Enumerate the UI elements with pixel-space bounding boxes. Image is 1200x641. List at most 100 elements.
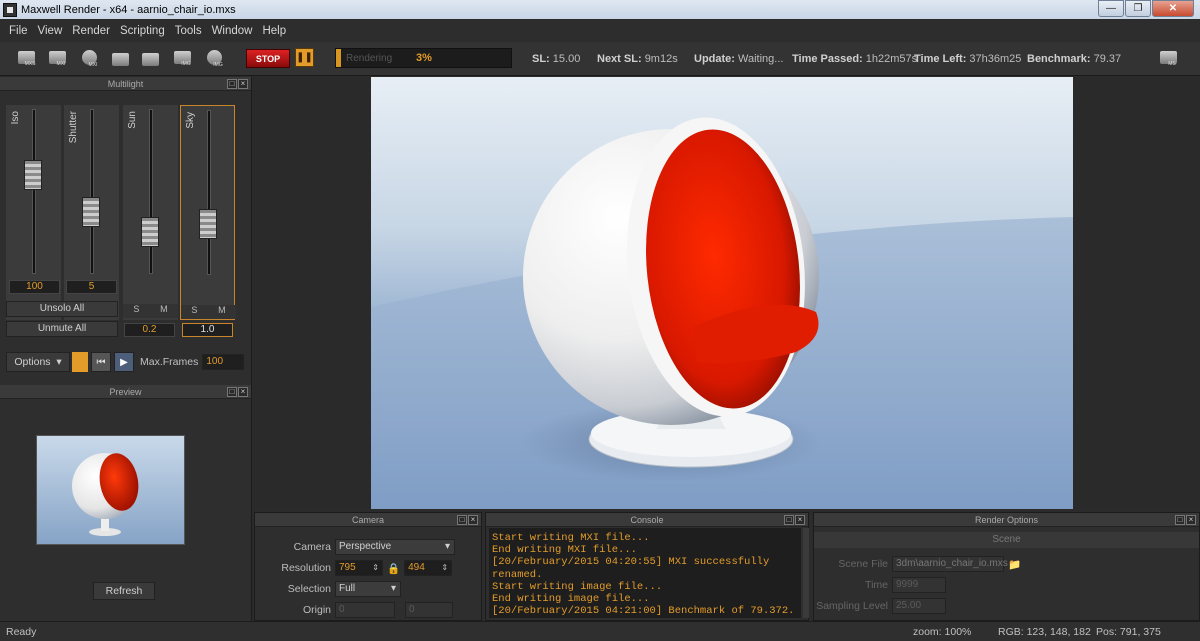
mute-button[interactable]: M xyxy=(160,304,168,318)
slider-iso-label: Iso xyxy=(10,111,21,125)
close-icon[interactable]: × xyxy=(238,387,248,397)
float-icon[interactable]: □ xyxy=(784,515,794,525)
play-icon: ▶ xyxy=(120,356,128,368)
menu-file[interactable]: File xyxy=(4,25,33,37)
minimize-icon[interactable]: — xyxy=(1098,0,1124,17)
resolution-height-value: 494 xyxy=(408,562,425,573)
tab-scene[interactable]: Scene xyxy=(814,532,1199,548)
open-mxi-button[interactable]: MXI xyxy=(45,48,69,70)
skip-back-icon: ⏮ xyxy=(96,356,106,368)
unsolo-all-button[interactable]: Unsolo All xyxy=(6,301,118,317)
mute-button[interactable]: M xyxy=(218,305,226,319)
slider-shutter-knob[interactable] xyxy=(82,196,100,227)
menu-help[interactable]: Help xyxy=(257,25,291,37)
close-icon[interactable]: ✕ xyxy=(1152,0,1194,17)
slider-sun-knob[interactable] xyxy=(141,217,159,247)
selection-label: Selection xyxy=(287,583,331,595)
options-dropdown[interactable]: Options ▾ xyxy=(6,352,70,372)
status-ready: Ready xyxy=(6,626,37,638)
open-mxs-button[interactable]: MXS xyxy=(14,48,38,70)
solo-button[interactable]: S xyxy=(133,304,139,318)
close-icon[interactable]: × xyxy=(795,515,805,525)
menu-scripting[interactable]: Scripting xyxy=(115,25,170,37)
slider-iso-knob[interactable] xyxy=(24,160,42,191)
time-left-label: Time Left: xyxy=(914,53,967,65)
sampling-row: Sampling Level 25.00 xyxy=(814,597,946,615)
slider-sky-knob[interactable] xyxy=(199,208,217,239)
next-sl-value: 9m12s xyxy=(644,53,678,65)
menu-tools[interactable]: Tools xyxy=(170,25,207,37)
slider-sky[interactable]: Sky S M xyxy=(180,105,236,320)
play-button[interactable]: ▶ xyxy=(114,352,134,372)
status-bar: Ready zoom: 100% RGB: 123, 148, 182 Pos:… xyxy=(0,621,1200,641)
folder-icon[interactable]: 📁 xyxy=(1008,558,1021,571)
time-label: Time xyxy=(865,579,888,591)
iso-value[interactable]: 100 xyxy=(9,280,60,294)
camera-select[interactable]: Perspective ▾ xyxy=(335,539,455,555)
slider-track xyxy=(32,109,36,274)
menu-view[interactable]: View xyxy=(33,25,68,37)
float-icon[interactable]: □ xyxy=(227,387,237,397)
pause-icon: ❚❚ xyxy=(296,52,313,63)
console-header: Console □ × xyxy=(486,513,808,527)
film-strip-button[interactable] xyxy=(108,48,132,70)
solo-button[interactable]: S xyxy=(191,305,197,319)
render-options-panel: Render Options □ × Scene Scene File 3dm\a… xyxy=(813,512,1200,621)
slider-sun[interactable]: Sun S M xyxy=(123,105,178,320)
bottom-panels: Camera □ × Camera Perspective ▾ Resolution… xyxy=(253,512,1200,621)
spinner-icon[interactable]: ⇕ xyxy=(441,561,448,575)
float-icon[interactable]: □ xyxy=(457,515,467,525)
scene-file-label: Scene File xyxy=(838,558,888,570)
lock-icon[interactable]: 🔒 xyxy=(387,562,400,575)
close-icon[interactable]: × xyxy=(468,515,478,525)
refresh-icon xyxy=(141,52,159,66)
unmute-all-button[interactable]: Unmute All xyxy=(6,321,118,337)
ball-chair-render xyxy=(371,117,1073,509)
stop-button[interactable]: STOP xyxy=(246,49,290,68)
resolution-height-input[interactable]: 494 ⇕ xyxy=(404,560,453,576)
save-mxi-button[interactable]: MXI xyxy=(77,48,101,70)
refresh-scene-button[interactable] xyxy=(138,48,162,70)
ms-button[interactable]: MS xyxy=(1156,48,1180,70)
console-output[interactable]: Start writing MXI file... End writing MX… xyxy=(489,528,801,618)
refresh-button[interactable]: Refresh xyxy=(93,582,155,600)
render-progress-bar: Rendering 3% xyxy=(335,48,512,68)
sun-value[interactable]: 0.2 xyxy=(124,323,175,337)
scene-file-input[interactable]: 3dm\aarnio_chair_io.mxs xyxy=(892,556,1008,572)
selection-select[interactable]: Full ▾ xyxy=(335,581,401,597)
save-img-button[interactable]: IMG xyxy=(202,48,226,70)
open-img-button[interactable]: IMG xyxy=(170,48,194,70)
scene-file-row: Scene File 3dm\aarnio_chair_io.mxs 📁 xyxy=(814,555,1021,573)
origin-y-input[interactable]: 0 xyxy=(405,602,453,618)
maximize-icon[interactable]: ❐ xyxy=(1125,0,1151,17)
menu-window[interactable]: Window xyxy=(207,25,258,37)
sky-value[interactable]: 1.0 xyxy=(182,323,233,337)
origin-row: Origin 0 0 xyxy=(255,601,453,619)
window-title: Maxwell Render - x64 - aarnio_chair_io.m… xyxy=(21,3,236,16)
skip-back-button[interactable]: ⏮ xyxy=(91,352,111,372)
pause-button[interactable]: ❚❚ xyxy=(295,48,314,67)
resolution-width-input[interactable]: 795 ⇕ xyxy=(335,560,383,576)
shutter-value[interactable]: 5 xyxy=(66,280,117,294)
close-icon[interactable]: × xyxy=(1186,515,1196,525)
update-label: Update: xyxy=(694,53,735,65)
max-frames-input[interactable]: 100 xyxy=(202,354,245,370)
menu-render[interactable]: Render xyxy=(67,25,115,37)
time-input[interactable]: 9999 xyxy=(892,577,946,593)
float-icon[interactable]: □ xyxy=(227,79,237,89)
render-viewport[interactable] xyxy=(253,77,1200,509)
close-icon[interactable]: × xyxy=(238,79,248,89)
render-options-title: Render Options xyxy=(974,515,1039,525)
record-button[interactable] xyxy=(72,352,88,372)
preview-title: Preview xyxy=(109,387,142,397)
spinner-icon[interactable]: ⇕ xyxy=(372,561,379,575)
origin-x-input[interactable]: 0 xyxy=(335,602,395,618)
time-passed-label: Time Passed: xyxy=(792,53,863,65)
sampling-level-label: Sampling Level xyxy=(816,600,888,612)
options-label: Options xyxy=(14,356,51,368)
slider-sun-label: Sun xyxy=(127,111,138,129)
resolution-width-value: 795 xyxy=(339,562,356,573)
float-icon[interactable]: □ xyxy=(1175,515,1185,525)
sampling-level-input[interactable]: 25.00 xyxy=(892,598,946,614)
console-scrollbar[interactable] xyxy=(803,528,809,618)
